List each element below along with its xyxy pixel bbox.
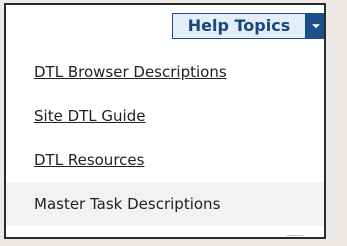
menu-item-label: Master Task Descriptions — [34, 195, 221, 213]
menu-item-dtl-resources[interactable]: DTL Resources — [6, 138, 324, 182]
chevron-down-icon[interactable] — [305, 13, 324, 39]
menu-item-dtl-browser-descriptions[interactable]: DTL Browser Descriptions — [6, 50, 324, 94]
decorative-divider — [286, 235, 304, 237]
menu-item-label: Site DTL Guide — [34, 107, 146, 125]
help-topics-label: Help Topics — [172, 13, 305, 39]
menu-item-master-task-descriptions[interactable]: Master Task Descriptions — [6, 182, 324, 226]
help-topics-panel: Help Topics DTL Browser Descriptions Sit… — [4, 3, 326, 239]
help-topics-dropdown[interactable]: Help Topics — [172, 13, 324, 39]
menu-item-site-dtl-guide[interactable]: Site DTL Guide — [6, 94, 324, 138]
menu-item-label: DTL Resources — [34, 151, 145, 169]
menu-item-label: DTL Browser Descriptions — [34, 63, 227, 81]
help-topics-menu: DTL Browser Descriptions Site DTL Guide … — [6, 50, 324, 226]
